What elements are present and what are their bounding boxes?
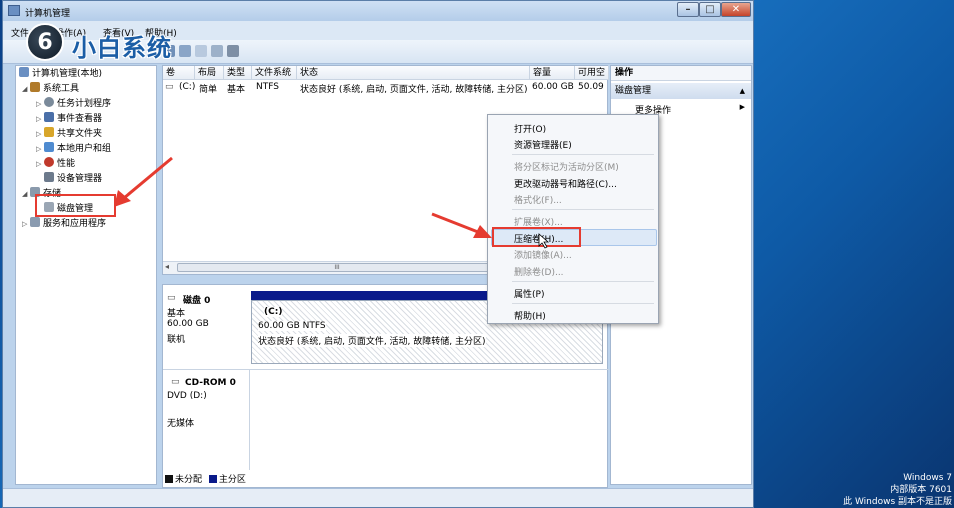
annotation-arrows — [114, 156, 550, 249]
arrow-to-shrink-volume — [431, 212, 479, 234]
arrow-to-disk-management — [123, 156, 173, 200]
mouse-cursor-icon — [538, 233, 550, 249]
